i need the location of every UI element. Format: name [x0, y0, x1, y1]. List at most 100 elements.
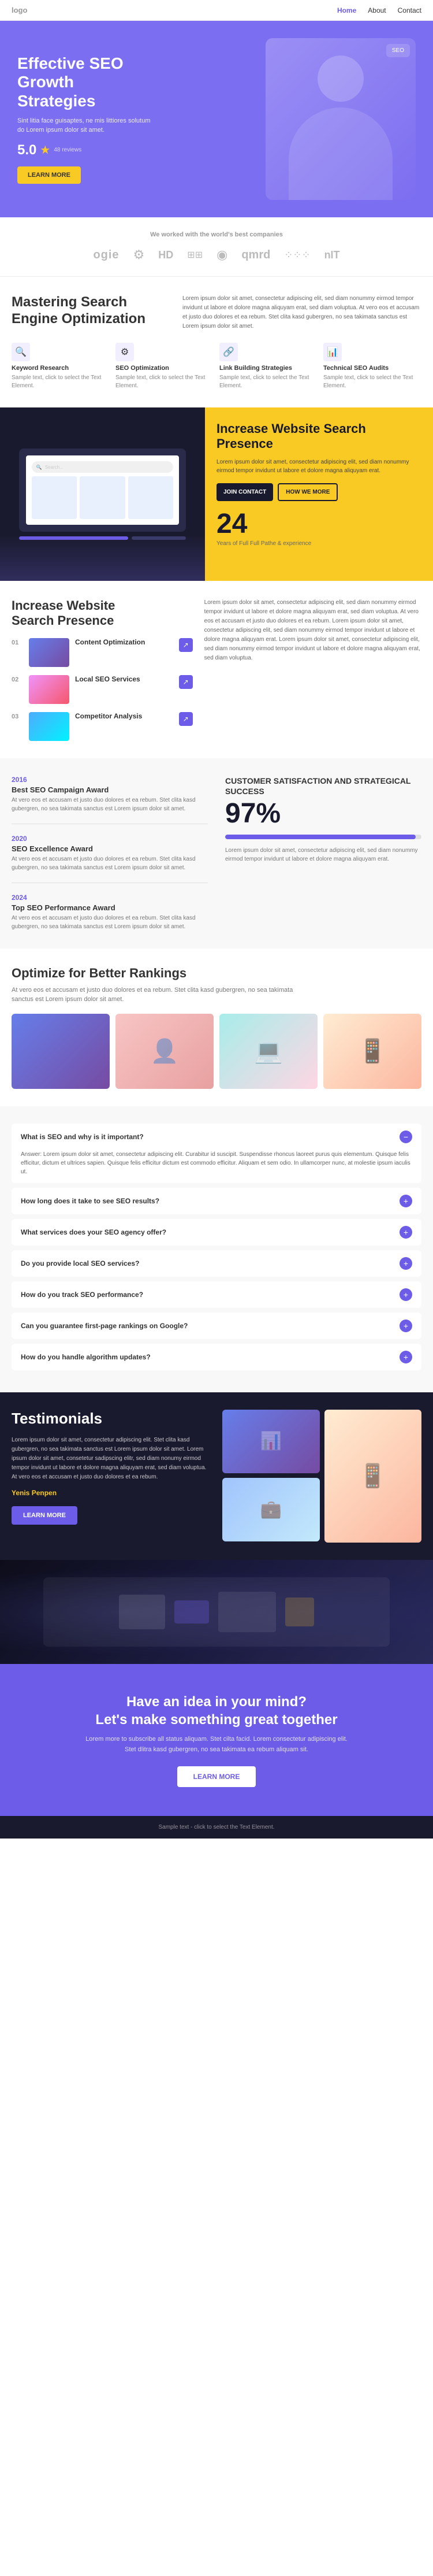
hero-cta-button[interactable]: LEARN MORE	[17, 166, 81, 184]
faq-question-1[interactable]: What is SEO and why is it important? −	[12, 1124, 421, 1150]
faq-item-1: What is SEO and why is it important? − A…	[12, 1124, 421, 1183]
how-more-button[interactable]: HOW WE MORE	[278, 483, 338, 501]
faq-icon-4[interactable]: +	[400, 1257, 412, 1270]
rating-star: ★	[40, 143, 50, 157]
partner-logo-4: ⊞⊞	[187, 249, 203, 261]
faq-icon-7[interactable]: +	[400, 1351, 412, 1363]
faq-item-2: How long does it take to see SEO results…	[12, 1188, 421, 1214]
satisfaction-bar	[225, 835, 421, 839]
partner-logo-2: ⚙	[133, 247, 145, 262]
increase-title: Increase Website Search Presence	[216, 421, 421, 452]
partner-logo-7: ⁘⁘⁘	[284, 249, 310, 261]
satisfaction-fill	[225, 835, 416, 839]
nav-links: Home About Contact	[337, 6, 421, 14]
optimize-img-2: 👤	[115, 1014, 214, 1089]
stat-label: Years of Full Full Pathe & experience	[216, 540, 421, 547]
faq-question-5[interactable]: How do you track SEO performance? +	[12, 1281, 421, 1308]
award-2: 2020 SEO Excellence Award At vero eos et…	[12, 835, 208, 883]
service-num-2: 02	[12, 676, 23, 683]
mastering-title: Mastering Search Engine Optimization	[12, 294, 171, 328]
test-img-1: 📊	[222, 1410, 320, 1473]
faq-icon-5[interactable]: +	[400, 1288, 412, 1301]
office-image-section	[0, 1560, 433, 1664]
optimize-desc: At vero eos et accusam et justo duo dolo…	[12, 985, 300, 1005]
testimonials-content: Testimonials Lorem ipsum dolor sit amet,…	[12, 1410, 211, 1525]
service-card-seo: ⚙ SEO Optimization Sample text, click to…	[115, 343, 214, 390]
partners-heading: We worked with the world's best companie…	[12, 231, 421, 238]
service-card-link: 🔗 Link Building Strategies Sample text, …	[219, 343, 318, 390]
rating-reviews: 48 reviews	[54, 147, 81, 153]
award-3: 2024 Top SEO Performance Award At vero e…	[12, 894, 208, 931]
image-grid: 👤 💻 📱	[12, 1014, 421, 1089]
cta-title: Have an idea in your mind? Let's make so…	[12, 1693, 421, 1729]
awards-list: 2016 Best SEO Campaign Award At vero eos…	[12, 776, 208, 931]
service-title-1: Content Optimization	[75, 638, 145, 646]
award-1: 2016 Best SEO Campaign Award At vero eos…	[12, 776, 208, 824]
partner-logo-3: HD	[158, 249, 173, 261]
test-img-2: 💼	[222, 1478, 320, 1541]
faq-question-2[interactable]: How long does it take to see SEO results…	[12, 1188, 421, 1214]
services-section: Increase Website Search Presence 01 Cont…	[0, 581, 433, 758]
service-cards: 🔍 Keyword Research Sample text, click to…	[12, 343, 421, 390]
faq-question-6[interactable]: Can you guarantee first-page rankings on…	[12, 1313, 421, 1339]
contact-button[interactable]: JOIN CONTACT	[216, 483, 273, 501]
faq-icon-2[interactable]: +	[400, 1195, 412, 1207]
increase-desc: Lorem ipsum dolor sit amet, consectetur …	[216, 458, 421, 475]
faq-item-6: Can you guarantee first-page rankings on…	[12, 1313, 421, 1339]
testimonials-cta[interactable]: LEARN MORE	[12, 1506, 77, 1525]
increase-right-panel: Increase Website Search Presence Lorem i…	[205, 407, 433, 581]
partner-logos: ogie ⚙ HD ⊞⊞ ◉ qmrd ⁘⁘⁘ nIT	[12, 247, 421, 262]
hero-image: SEO	[222, 38, 416, 200]
satisfaction-desc: Lorem ipsum dolor sit amet, consectetur …	[225, 846, 421, 863]
increase-left-panel: 🔍 Search...	[0, 407, 205, 581]
test-img-3: 📱	[324, 1410, 422, 1543]
optimize-img-1	[12, 1014, 110, 1089]
service-item-2: 02 Local SEO Services ↗	[12, 675, 193, 704]
nav-home[interactable]: Home	[337, 6, 356, 14]
service-card-keyword: 🔍 Keyword Research Sample text, click to…	[12, 343, 110, 390]
stat-number: 24	[216, 510, 421, 538]
partner-logo-5: ◉	[216, 247, 227, 262]
partners-section: We worked with the world's best companie…	[0, 217, 433, 276]
services-list-panel: Increase Website Search Presence 01 Cont…	[12, 598, 193, 741]
hero-description: Sint litia face guisaptes, ne mis littio…	[17, 116, 156, 135]
footer-text: Sample text - click to select the Text E…	[158, 1824, 274, 1830]
partner-logo-8: nIT	[324, 249, 340, 261]
service-card-technical: 📊 Technical SEO Audits Sample text, clic…	[323, 343, 421, 390]
service-num-3: 03	[12, 713, 23, 720]
satisfaction-percent: 97%	[225, 800, 421, 828]
faq-item-3: What services does your SEO agency offer…	[12, 1219, 421, 1246]
rating-score: 5.0	[17, 142, 36, 158]
hero-section: Effective SEO Growth Strategies Sint lit…	[0, 21, 433, 217]
nav-contact[interactable]: Contact	[398, 6, 421, 14]
footer: Sample text - click to select the Text E…	[0, 1816, 433, 1839]
faq-icon-3[interactable]: +	[400, 1226, 412, 1239]
mastering-desc: Lorem ipsum dolor sit amet, consectetur …	[182, 294, 421, 331]
services-right-text: Lorem ipsum dolor sit amet, consectetur …	[204, 598, 421, 741]
faq-item-7: How do you handle algorithm updates? +	[12, 1344, 421, 1370]
faq-section: What is SEO and why is it important? − A…	[0, 1106, 433, 1392]
hero-title: Effective SEO Growth Strategies	[17, 54, 211, 110]
faq-question-3[interactable]: What services does your SEO agency offer…	[12, 1219, 421, 1246]
cta-button[interactable]: LEARN MORE	[177, 1766, 256, 1787]
cta-section: Have an idea in your mind? Let's make so…	[0, 1664, 433, 1817]
satisfaction-title: CUSTOMER SATISFACTION AND STRATEGICAL SU…	[225, 776, 421, 796]
optimize-img-4: 📱	[323, 1014, 421, 1089]
testimonials-title: Testimonials	[12, 1410, 211, 1428]
testimonials-author: Yenis Penpen	[12, 1489, 211, 1497]
service-items: 01 Content Optimization ↗ 02 Local SEO S…	[12, 638, 193, 741]
service-item-1: 01 Content Optimization ↗	[12, 638, 193, 667]
faq-question-7[interactable]: How do you handle algorithm updates? +	[12, 1344, 421, 1370]
navigation: logo Home About Contact	[0, 0, 433, 21]
increase-split-section: 🔍 Search... Increase Website Sea	[0, 407, 433, 581]
nav-logo: logo	[12, 6, 27, 14]
service-title-2: Local SEO Services	[75, 675, 140, 683]
service-title-3: Competitor Analysis	[75, 712, 142, 720]
faq-icon-1[interactable]: −	[400, 1131, 412, 1143]
satisfaction-panel: CUSTOMER SATISFACTION AND STRATEGICAL SU…	[225, 776, 421, 931]
testimonials-text: Lorem ipsum dolor sit amet, consectetur …	[12, 1436, 211, 1482]
nav-about[interactable]: About	[368, 6, 386, 14]
faq-question-4[interactable]: Do you provide local SEO services? +	[12, 1250, 421, 1277]
faq-icon-6[interactable]: +	[400, 1319, 412, 1332]
optimize-img-3: 💻	[219, 1014, 318, 1089]
